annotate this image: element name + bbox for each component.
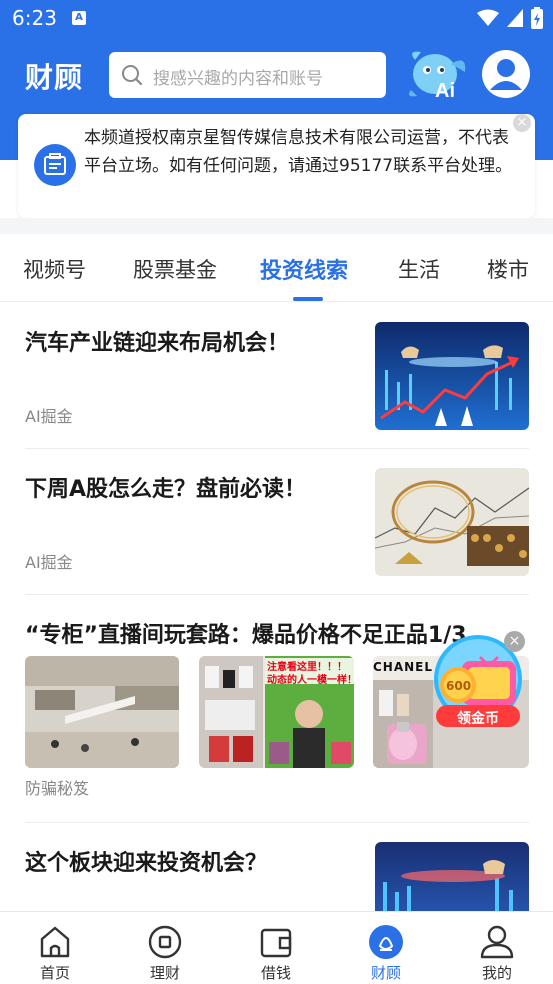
nav-label: 财顾	[370, 964, 401, 982]
status-icons	[477, 7, 543, 29]
active-tab-indicator	[293, 297, 323, 301]
briefcase-icon	[44, 153, 66, 175]
app-screen: 6:23 A 财顾 搜感兴趣的内容和账号 Ai 本频道授权南京星智传媒信息技术有…	[0, 0, 553, 984]
abacus-chart-image	[375, 468, 529, 576]
article-title: 汽车产业链迎来布局机会！	[25, 331, 290, 356]
article-title: 下周A股怎么走？盘前必读！	[25, 477, 307, 502]
mall-interior-image	[25, 656, 179, 768]
tab-life[interactable]: 生活	[398, 254, 440, 284]
advisor-icon	[369, 925, 403, 959]
article-source: 防骗秘笈	[25, 779, 90, 798]
article-source: AI掘金	[25, 407, 73, 426]
list-item[interactable]: 汽车产业链迎来布局机会！ AI掘金	[0, 303, 553, 449]
notice-card: 本频道授权南京星智传媒信息技术有限公司运营，不代表平台立场。如有任何问题，请通过…	[18, 114, 535, 218]
article-thumbnail	[25, 656, 179, 768]
status-bar: 6:23 A	[0, 0, 553, 36]
user-avatar-icon	[483, 51, 529, 97]
search-icon	[122, 65, 143, 86]
nav-item-loan[interactable]: 借钱	[221, 912, 331, 984]
notification-badge-icon: A	[72, 11, 86, 25]
wifi-icon	[477, 9, 499, 26]
notice-close-button[interactable]: ×	[513, 114, 531, 132]
nav-item-advisor[interactable]: 财顾	[331, 912, 441, 984]
nav-label: 首页	[39, 964, 70, 982]
search-placeholder: 搜感兴趣的内容和账号	[153, 69, 323, 89]
coin-icon	[148, 925, 182, 959]
tab-investment-clues[interactable]: 投资线索	[260, 253, 348, 285]
nav-item-wealth[interactable]: 理财	[110, 912, 220, 984]
battery-icon	[531, 7, 543, 29]
market-chart-image	[375, 842, 529, 913]
article-feed: 汽车产业链迎来布局机会！ AI掘金 下周A股怎么走？盘前必读！ AI掘金 “专柜…	[0, 303, 553, 913]
list-item[interactable]: 这个板块迎来投资机会？	[0, 823, 553, 913]
coin-widget-close-button[interactable]: ×	[504, 631, 525, 652]
nav-item-home[interactable]: 首页	[0, 912, 110, 984]
coin-amount: 600	[446, 679, 472, 693]
notice-text: 本频道授权南京星智传媒信息技术有限公司运营，不代表平台立场。如有任何问题，请通过…	[84, 128, 513, 176]
channel-tabs: 视频号 股票基金 投资线索 生活 楼市	[0, 234, 553, 302]
list-item[interactable]: 下周A股怎么走？盘前必读！ AI掘金	[0, 449, 553, 595]
article-thumbnail	[375, 468, 529, 576]
article-thumbnail	[375, 322, 529, 430]
nav-label: 理财	[149, 964, 180, 982]
article-title: “专柜”直播间玩套路：爆品价格不足正品1/3	[25, 623, 467, 648]
tab-video[interactable]: 视频号	[23, 254, 86, 284]
article-source: AI掘金	[25, 553, 73, 572]
nav-item-profile[interactable]: 我的	[442, 912, 552, 984]
tab-stock-fund[interactable]: 股票基金	[133, 254, 217, 284]
article-thumbnail: 注意看这里！！！ 动态的人一模一样！	[199, 656, 354, 768]
section-gap	[0, 218, 553, 234]
article-thumbnail	[375, 842, 529, 913]
notice-icon	[34, 144, 76, 186]
coin-label: 领金币	[457, 711, 499, 727]
ai-label: Ai	[435, 80, 455, 102]
nav-label: 借钱	[260, 964, 291, 982]
profile-icon	[480, 925, 514, 959]
ai-assistant-button[interactable]: Ai	[405, 46, 471, 106]
tab-property[interactable]: 楼市	[487, 254, 529, 284]
avatar[interactable]	[482, 50, 530, 98]
brand-text: CHANEL	[373, 660, 434, 674]
wallet-icon	[260, 928, 292, 958]
nav-label: 我的	[481, 964, 512, 982]
bottom-nav: 首页 理财 借钱 财顾 我的	[0, 911, 553, 984]
home-icon	[40, 926, 70, 958]
status-time: 6:23	[12, 6, 57, 30]
stock-chart-image	[375, 322, 529, 430]
thumbnail-caption: 动态的人一模一样！	[267, 675, 354, 686]
article-title: 这个板块迎来投资机会？	[25, 851, 268, 876]
page-title: 财顾	[25, 61, 84, 94]
search-input[interactable]: 搜感兴趣的内容和账号	[109, 52, 386, 98]
signal-icon	[507, 9, 523, 27]
